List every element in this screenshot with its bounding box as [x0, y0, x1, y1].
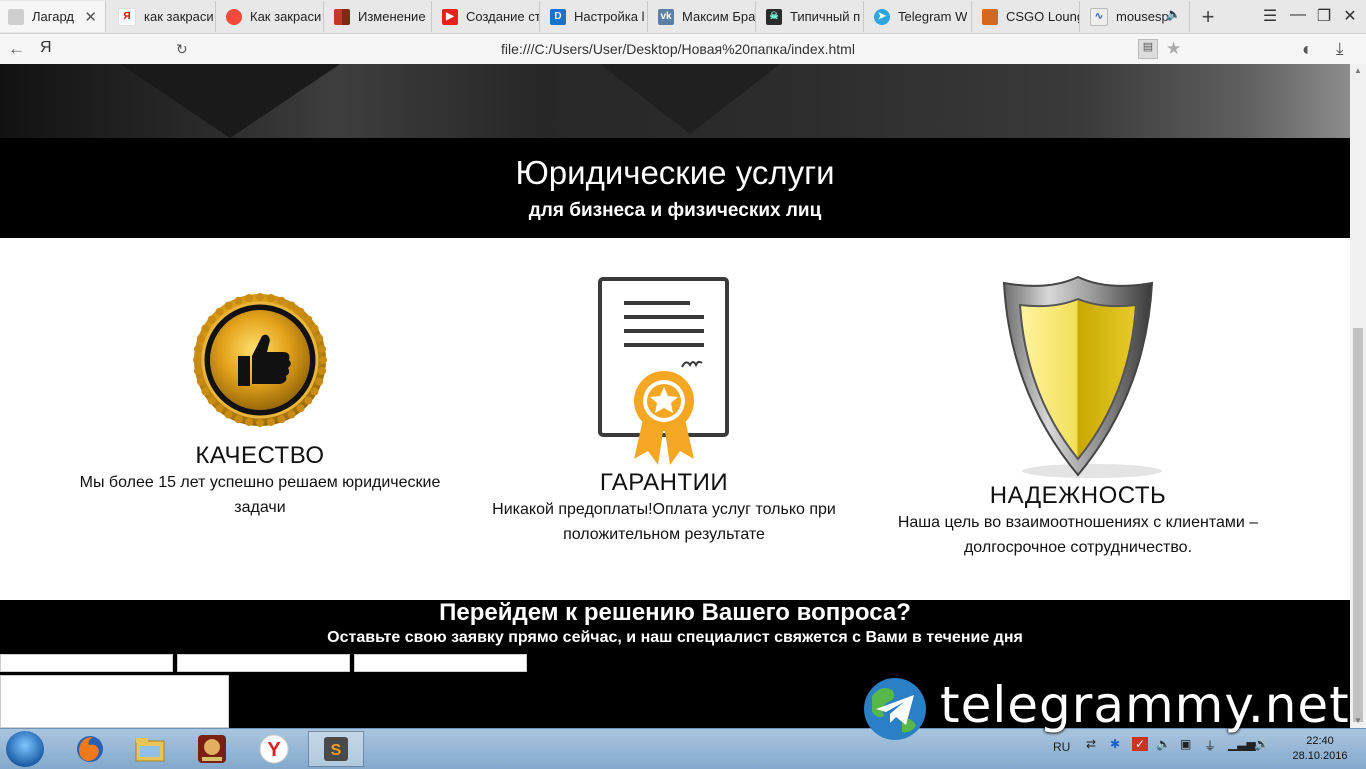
start-button[interactable]	[6, 731, 44, 767]
feature-guarantees: ГАРАНТИИ Никакой предоплаты!Оплата услуг…	[464, 469, 864, 547]
reader-icon[interactable]: ▤	[1138, 39, 1158, 59]
yandex-logo-icon[interactable]: Я	[40, 39, 52, 57]
services-banner: Юридические услуги для бизнеса и физичес…	[0, 138, 1350, 238]
tab-11[interactable]: ∿ mousesp 🔈	[1082, 1, 1190, 32]
tab-5[interactable]: ▶ Создание ст	[434, 1, 540, 32]
feature-description: Мы более 15 лет успешно решаем юридическ…	[79, 474, 441, 516]
scroll-down-icon[interactable]: ▼	[1350, 714, 1366, 728]
feature-title: ГАРАНТИИ	[599, 469, 729, 496]
feature-description: Наша цель во взаимоотношениях с клиентам…	[897, 514, 1259, 556]
tab-label: Telegram W	[898, 9, 968, 24]
firefox-icon[interactable]	[62, 731, 118, 767]
explorer-icon[interactable]	[122, 731, 178, 767]
speaker-icon: 🔈	[1166, 7, 1181, 21]
thumbs-up-medal-icon	[193, 293, 327, 427]
tab-label: как закраси	[144, 9, 214, 24]
tab-1[interactable]: Лагард ✕	[0, 1, 106, 32]
cta-subheading: Оставьте свою заявку прямо сейчас, и наш…	[327, 629, 1023, 646]
tab-label: Создание ст	[466, 9, 539, 24]
chart-icon: ∿	[1090, 7, 1108, 26]
restore-icon[interactable]: ❐	[1314, 6, 1334, 26]
blocks-icon	[334, 8, 350, 25]
telegram-icon: ➤	[874, 8, 890, 25]
url-field[interactable]: file:///C:/Users/User/Desktop/Новая%20па…	[196, 38, 1160, 60]
tab-label: Лагард	[32, 9, 74, 24]
youtube-icon: ▶	[442, 8, 458, 25]
tab-6[interactable]: D Настройка l	[542, 1, 648, 32]
tab-label: Настройка l	[574, 9, 645, 24]
tab-9[interactable]: ➤ Telegram W	[866, 1, 972, 32]
scroll-up-icon[interactable]: ▲	[1350, 64, 1366, 78]
sublime-text-icon[interactable]: S	[308, 731, 364, 767]
page-icon	[8, 8, 24, 25]
close-window-icon[interactable]: ✕	[1340, 6, 1360, 26]
feature-reliability: НАДЕЖНОСТЬ Наша цель во взаимоотношениях…	[878, 482, 1278, 560]
email-input[interactable]	[354, 654, 527, 672]
d-icon: D	[550, 8, 566, 25]
banner-subtitle: для бизнеса и физических лиц	[528, 200, 822, 221]
scroll-thumb[interactable]	[1353, 328, 1363, 722]
phone-input[interactable]	[177, 654, 350, 672]
tab-label: mousesp	[1116, 9, 1169, 24]
tab-3[interactable]: Как закраси	[218, 1, 324, 32]
tab-label: Как закраси	[250, 9, 322, 24]
tab-4[interactable]: Изменение	[326, 1, 432, 32]
banner-title: Юридические услуги	[515, 154, 835, 191]
protect-icon[interactable]: ◐	[1302, 39, 1313, 60]
tab-label: Типичный п	[790, 9, 861, 24]
shield-icon	[1002, 275, 1162, 478]
tab-label: Максим Бра	[682, 9, 755, 24]
download-icon[interactable]: ⤓	[1336, 39, 1344, 59]
name-input[interactable]	[0, 654, 173, 672]
svg-text:Y: Y	[267, 739, 281, 761]
watermark-text: telegrammy.net	[940, 676, 1350, 734]
feature-title: КАЧЕСТВО	[195, 442, 325, 469]
tab-7[interactable]: vk Максим Бра	[650, 1, 756, 32]
reload-icon[interactable]: ↻	[176, 41, 188, 58]
page-viewport: Юридические услуги для бизнеса и физичес…	[0, 64, 1350, 728]
red-dot-icon	[226, 8, 242, 25]
tab-10[interactable]: CSGO Loung	[974, 1, 1080, 32]
yandex-icon: Я	[118, 7, 136, 26]
tab-2[interactable]: Я как закраси	[110, 1, 216, 32]
vk-icon: vk	[658, 8, 674, 25]
yandex-browser-icon[interactable]: Y	[246, 731, 302, 767]
back-arrow-icon[interactable]: ←	[8, 39, 25, 59]
telegram-globe-icon	[864, 678, 926, 740]
hero-image	[0, 64, 1350, 138]
message-textarea[interactable]	[0, 675, 229, 728]
svg-text:S: S	[331, 742, 342, 759]
feature-description: Никакой предоплаты!Оплата услуг только п…	[492, 501, 836, 543]
star-icon[interactable]: ★	[1166, 39, 1181, 59]
feature-quality: КАЧЕСТВО Мы более 15 лет успешно решаем …	[60, 442, 460, 520]
tab-label: Изменение	[358, 9, 426, 24]
new-tab-button[interactable]: +	[1196, 4, 1220, 30]
certificate-icon	[598, 277, 729, 465]
ghost-icon: ☠	[766, 8, 782, 25]
address-bar: ← Я ↻ file:///C:/Users/User/Desktop/Нова…	[0, 34, 1366, 65]
page-scrollbar[interactable]: ▲ ▼	[1350, 64, 1366, 728]
tab-strip: Лагард ✕ Я как закраси Как закраси Измен…	[0, 0, 1366, 34]
menu-icon[interactable]: ☰	[1260, 6, 1280, 26]
feature-title: НАДЕЖНОСТЬ	[989, 482, 1167, 509]
tab-label: CSGO Loung	[1006, 9, 1079, 24]
watermark: telegrammy.net	[862, 676, 1352, 756]
csgo-icon	[982, 8, 998, 25]
cta-heading: Перейдем к решению Вашего вопроса?	[439, 599, 911, 626]
tab-8[interactable]: ☠ Типичный п	[758, 1, 864, 32]
close-icon[interactable]: ✕	[84, 8, 97, 26]
game-icon[interactable]	[184, 731, 240, 767]
minimize-icon[interactable]: —	[1288, 6, 1308, 24]
